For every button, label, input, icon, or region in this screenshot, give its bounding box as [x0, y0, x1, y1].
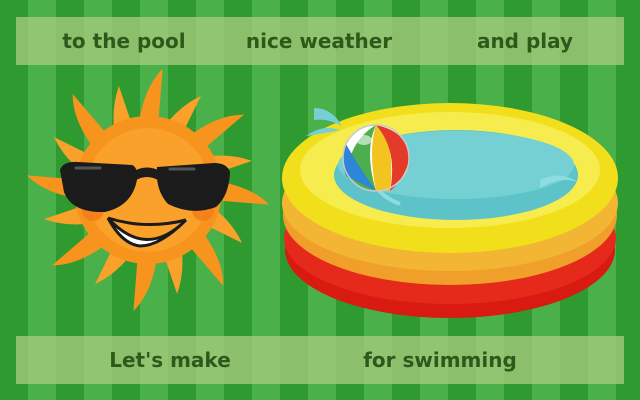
word-tile-for-swimming[interactable]: for swimming — [363, 336, 517, 384]
beach-ball-icon — [342, 124, 410, 192]
word-tile-lets-make[interactable]: Let's make — [109, 336, 231, 384]
sun-with-sunglasses-icon — [26, 68, 270, 312]
word-bank-bottom: Let's make for swimming — [16, 336, 624, 384]
game-board: to the pool nice weather and play Let's … — [0, 0, 640, 400]
paddling-pool-icon — [282, 103, 618, 318]
